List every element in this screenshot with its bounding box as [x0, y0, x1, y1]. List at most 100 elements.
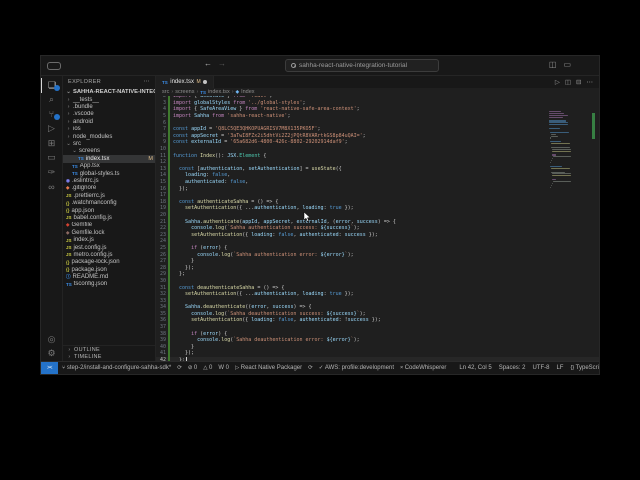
activity-explorer-icon[interactable]: ❏ [40, 78, 63, 93]
status-indentation[interactable]: Spaces: 2 [499, 365, 526, 371]
activity-source-control-icon[interactable]: ⑂ [41, 107, 63, 122]
mouse-cursor [303, 212, 311, 222]
code-text: if (error) { [191, 330, 228, 337]
folder-.vscode[interactable]: › .vscode [63, 111, 155, 118]
layout-icon[interactable]: ⊟ [576, 78, 581, 86]
file-App.tsx[interactable]: TS App.tsx [63, 163, 155, 170]
breadcrumb: src › screens › TS index.tsx › ◈ Index [156, 88, 599, 96]
status-aws-profile[interactable]: ✓ AWS: profile:development [319, 365, 394, 371]
git-added-gutter [168, 191, 170, 199]
file-index.tsx[interactable]: TS index.tsx M [63, 155, 155, 163]
gem-file-icon: ◆ [66, 222, 70, 228]
activity-run-and-debug-icon[interactable]: ▷ [41, 122, 63, 137]
unsaved-dot-icon[interactable] [203, 80, 208, 84]
file-global-styles.ts[interactable]: TS global-styles.ts [63, 170, 155, 177]
code-text: const authenticateSahha = () => { [179, 198, 279, 205]
status-encoding[interactable]: UTF-8 [532, 365, 549, 371]
file-.watchmanconfig[interactable]: {} .watchmanconfig [63, 199, 155, 206]
explorer-more-icon[interactable]: ⋯ [144, 78, 150, 85]
git-added-gutter [168, 145, 170, 153]
minimap-line [549, 137, 551, 139]
file-index.js[interactable]: JS index.js [63, 236, 155, 243]
file-.gitignore[interactable]: ◆ .gitignore [63, 185, 155, 192]
activity-search-icon[interactable]: ⌕ [41, 93, 63, 108]
code-text: Sahha.deauthenticate((error, success) =>… [185, 304, 312, 311]
status-eol[interactable]: LF [556, 365, 563, 371]
file-.eslintrc.js[interactable]: ◉ .eslintrc.js [63, 177, 155, 184]
command-center-search[interactable]: sahha-react-native-integration-tutorial [285, 59, 439, 72]
status-git-branch[interactable]: ⑂ step-2/install-and-configure-sahha-sdk* [62, 365, 171, 371]
remote-indicator[interactable]: >< [41, 362, 58, 374]
line-number: 31 [159, 284, 166, 291]
forward-arrow-icon[interactable]: → [218, 59, 226, 68]
folder-__tests__[interactable]: › __tests__ [63, 96, 155, 103]
file-Gemfile[interactable]: ◆ Gemfile [63, 222, 155, 229]
warnings-icon: △ [203, 365, 208, 371]
folder-ios[interactable]: › ios [63, 126, 155, 133]
file-label: tsconfig.json [73, 281, 108, 288]
code-line-29: 29 }; [156, 271, 599, 278]
status-branch-sync[interactable]: ⟳ [177, 365, 182, 371]
chevron-right-icon: › [67, 96, 70, 103]
more-actions-icon[interactable]: ⋯ [587, 78, 594, 86]
app-menu-icon[interactable] [47, 62, 61, 70]
activity-aws-toolkit-icon[interactable]: ∞ [41, 180, 63, 195]
file-package-lock.json[interactable]: {} package-lock.json [63, 259, 155, 266]
file-README.md[interactable]: ⓘ README.md [63, 273, 155, 280]
line-number: 15 [159, 179, 166, 186]
tab-index-tsx[interactable]: TS index.tsx M [156, 76, 215, 88]
workspace-root-folder[interactable]: ⌄ SAHHA-REACT-NATIVE-INTEGRATION-... [63, 87, 155, 96]
split-editor-icon[interactable]: ◫ [565, 78, 571, 86]
breadcrumb-item[interactable]: index.tsx [208, 89, 230, 95]
git-added-gutter [168, 119, 170, 126]
file-jest.config.js[interactable]: JS jest.config.js [63, 244, 155, 251]
breadcrumb-item[interactable]: screens [175, 89, 194, 95]
git-added-gutter [168, 205, 170, 212]
code-line-8: 8 const appSecret = '3aTwI8FZx2i5dhtVi2Z2… [156, 132, 599, 140]
minimap[interactable] [549, 111, 572, 189]
cursor-position-label: Ln 42, Col 5 [459, 365, 492, 371]
layout-toggle-icon-1[interactable]: ▭ [563, 60, 571, 69]
code-text: const appId = 'Q8LC5QE3QHKOPUAGRISV7M8X1… [173, 126, 321, 133]
language-mode-icon: {} [570, 365, 575, 371]
file-label: .prettierrc.js [73, 192, 105, 199]
file-app.json[interactable]: {} app.json [63, 207, 155, 214]
packager-sync-icon: ⟳ [308, 365, 313, 371]
section-outline[interactable]: › OUTLINE [63, 346, 155, 354]
status-packager-sync[interactable]: ⟳ [308, 365, 313, 371]
status-warnings[interactable]: △ 0 [203, 365, 212, 371]
code-area[interactable]: 2 import { useState } from 'react'; 3 impor… [156, 96, 599, 361]
folder-.bundle[interactable]: › .bundle [63, 103, 155, 110]
status-w-counter[interactable]: W 0 [218, 365, 229, 371]
activity-accounts-icon[interactable]: ◎ [41, 332, 63, 347]
activity-remote-explorer-icon[interactable]: ▭ [41, 151, 63, 166]
section-timeline[interactable]: › TIMELINE [63, 354, 155, 362]
folder-android[interactable]: › android [63, 118, 155, 125]
breadcrumb-item[interactable]: src [162, 89, 169, 95]
status-cursor-position[interactable]: Ln 42, Col 5 [459, 365, 491, 371]
folder-src[interactable]: ⌄ src [63, 140, 155, 147]
activity-settings-gear-icon[interactable]: ⚙ [41, 347, 63, 362]
run-file-icon[interactable]: ▷ [555, 78, 560, 86]
activity-docker-icon[interactable]: ✑ [41, 165, 63, 180]
file-package.json[interactable]: {} package.json [63, 266, 155, 273]
status-errors[interactable]: ⊘ 0 [188, 365, 197, 371]
file-babel.config.js[interactable]: JS babel.config.js [63, 214, 155, 221]
file-.prettierrc.js[interactable]: JS .prettierrc.js [63, 192, 155, 199]
git-added-gutter [168, 244, 170, 252]
layout-toggle-icon-0[interactable]: ◫ [549, 60, 557, 69]
breadcrumb-item[interactable]: Index [241, 89, 254, 95]
code-text: import Sahha from 'sahha-react-native'; [173, 113, 291, 120]
status-language-mode[interactable]: {}TypeScript JSX [570, 365, 599, 371]
file-metro.config.js[interactable]: JS metro.config.js [63, 251, 155, 258]
status-codewhisperer[interactable]: × CodeWhisperer [400, 365, 446, 371]
folder-node_modules[interactable]: › node_modules [63, 133, 155, 140]
back-arrow-icon[interactable]: ← [204, 59, 212, 68]
file-tsconfig.json[interactable]: TS tsconfig.json [63, 281, 155, 288]
folder-screens[interactable]: ⌄ screens [63, 148, 155, 155]
activity-extensions-icon[interactable]: ⊞ [41, 136, 63, 151]
file-Gemfile.lock[interactable]: ◆ Gemfile.lock [63, 229, 155, 236]
code-text: if (error) { [191, 244, 228, 251]
status-react-native-packager[interactable]: ▷ React Native Packager [235, 365, 302, 371]
line-number: 21 [159, 218, 166, 225]
